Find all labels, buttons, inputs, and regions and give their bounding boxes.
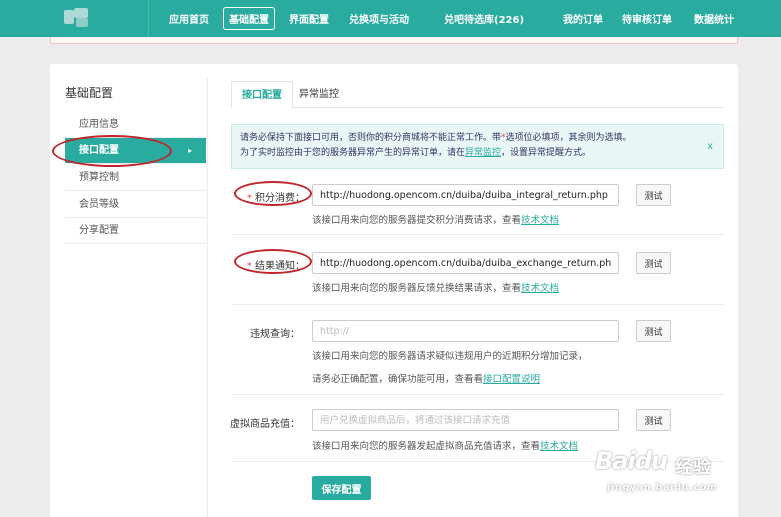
api-config-guide-link[interactable]: 接口配置说明 xyxy=(483,374,540,385)
result-notify-hint: 该接口用来向您的服务器反馈兑换结果请求，查看技术文档 xyxy=(312,280,559,294)
points-consume-label: * 积分消费： xyxy=(225,189,305,204)
points-consume-hint: 该接口用来向您的服务器提交积分消费请求，查看技术文档 xyxy=(312,212,559,226)
hint-text: 该接口用来向您的服务器提交积分消费请求，查看 xyxy=(312,215,522,226)
top-navigation-bar: 应用首页 基础配置 界面配置 兑换项与活动 兑吧待选库(226) 我的订单 待审… xyxy=(0,0,781,37)
sidebar-item-member-level[interactable]: 会员等级 xyxy=(65,192,206,218)
sidebar-item-app-info[interactable]: 应用信息 xyxy=(65,112,206,138)
tab-exception-monitor[interactable]: 异常监控 xyxy=(289,81,349,109)
hint-text: 该接口用来向您的服务器发起虚拟商品充值请求，查看 xyxy=(312,441,541,452)
paw-icon: du xyxy=(634,447,668,475)
violation-query-hint-2: 请务必正确配置，确保功能可用，查看看接口配置说明 xyxy=(312,371,540,385)
virtual-recharge-url-input[interactable] xyxy=(312,409,619,431)
watermark-sub-text: 经验 xyxy=(675,457,711,478)
info-text: ，设置异常提醒方式。 xyxy=(501,148,592,158)
sidebar-item-label: 应用信息 xyxy=(79,119,119,130)
info-line-1: 请务必保持下面接口可用，否则你的积分商城将不能正常工作。带*选项位必填项，其余则… xyxy=(240,131,715,146)
field-label: 违规查询： xyxy=(250,329,300,340)
tab-api-config[interactable]: 接口配置 xyxy=(231,81,293,109)
violation-query-hint: 该接口用来向您的服务器请求疑似违规用户的近期积分增加记录， xyxy=(312,351,588,362)
info-text: 选项位必填项，其余则为选填。 xyxy=(505,133,632,143)
nav-divider xyxy=(148,0,149,37)
sidebar-item-label: 预算控制 xyxy=(79,172,119,183)
exception-monitor-link[interactable]: 异常监控 xyxy=(465,148,501,158)
sidebar-item-budget-control[interactable]: 预算控制 xyxy=(65,165,206,191)
sidebar-item-label: 分享配置 xyxy=(79,225,119,236)
result-notify-label: * 结果通知： xyxy=(225,257,305,272)
sidebar-item-label: 接口配置 xyxy=(79,145,119,156)
field-label: 结果通知： xyxy=(255,261,305,272)
nav-ui-config[interactable]: 界面配置 xyxy=(289,11,329,26)
baidu-watermark: Baidu 经验 jingyan.baidu.com xyxy=(595,447,717,493)
watermark-url: jingyan.baidu.com xyxy=(607,483,718,493)
nav-pending-review-orders[interactable]: 待审核订单 xyxy=(622,11,672,26)
top-alert-strip xyxy=(50,37,738,44)
watermark-logo-text: Bai xyxy=(595,447,636,475)
sidebar-item-api-config[interactable]: 接口配置 ▸ xyxy=(65,138,206,164)
row-divider xyxy=(231,304,724,305)
hint-text: 请务必正确配置，确保功能可用，查看看 xyxy=(312,374,484,385)
save-config-button[interactable]: 保存配置 xyxy=(312,476,371,500)
virtual-recharge-hint: 该接口用来向您的服务器发起虚拟商品充值请求，查看技术文档 xyxy=(312,438,578,452)
close-icon[interactable]: x xyxy=(707,139,713,154)
tech-doc-link[interactable]: 技术文档 xyxy=(521,283,559,294)
test-violation-query-button[interactable]: 测试 xyxy=(636,320,671,342)
sidebar-divider xyxy=(207,78,208,517)
required-star: * xyxy=(246,193,252,204)
sidebar-title: 基础配置 xyxy=(65,86,114,100)
sidebar-item-label: 会员等级 xyxy=(79,199,119,210)
app-logo[interactable] xyxy=(64,8,90,28)
chevron-right-icon: ▸ xyxy=(187,146,192,155)
nav-exchange-activity[interactable]: 兑换项与活动 xyxy=(349,11,409,26)
info-text: 为了实时监控由于您的服务器异常产生的异常订单，请在 xyxy=(240,148,466,158)
violation-query-label: 违规查询： xyxy=(220,325,300,340)
points-consume-url-input[interactable] xyxy=(312,184,619,206)
test-result-notify-button[interactable]: 测试 xyxy=(636,252,671,274)
row-divider xyxy=(231,234,724,235)
result-notify-url-input[interactable] xyxy=(312,252,619,274)
nav-pending-library[interactable]: 兑吧待选库(226) xyxy=(444,11,524,26)
nav-my-orders[interactable]: 我的订单 xyxy=(563,11,603,26)
nav-statistics[interactable]: 数据统计 xyxy=(694,11,734,26)
info-text: 请务必保持下面接口可用，否则你的积分商城将不能正常工作。带 xyxy=(240,133,502,143)
test-points-consume-button[interactable]: 测试 xyxy=(636,184,671,206)
tab-bar: 接口配置 异常监控 xyxy=(231,81,724,109)
test-virtual-recharge-button[interactable]: 测试 xyxy=(636,409,671,431)
nav-basic-config[interactable]: 基础配置 xyxy=(223,7,275,30)
required-star: * xyxy=(246,261,252,272)
hint-text: 该接口用来向您的服务器反馈兑换结果请求，查看 xyxy=(312,283,522,294)
info-line-2: 为了实时监控由于您的服务器异常产生的异常订单，请在异常监控，设置异常提醒方式。 xyxy=(240,146,715,161)
virtual-recharge-label: 虚拟商品充值： xyxy=(220,415,300,430)
info-notice: 请务必保持下面接口可用，否则你的积分商城将不能正常工作。带*选项位必填项，其余则… xyxy=(231,124,724,169)
violation-query-url-input[interactable] xyxy=(312,320,619,342)
field-label: 虚拟商品充值： xyxy=(230,419,300,430)
tech-doc-link[interactable]: 技术文档 xyxy=(521,215,559,226)
row-divider xyxy=(231,394,724,395)
tech-doc-link[interactable]: 技术文档 xyxy=(540,441,578,452)
nav-home[interactable]: 应用首页 xyxy=(169,11,209,26)
sidebar-item-share-config[interactable]: 分享配置 xyxy=(65,218,206,244)
field-label: 积分消费： xyxy=(255,193,305,204)
